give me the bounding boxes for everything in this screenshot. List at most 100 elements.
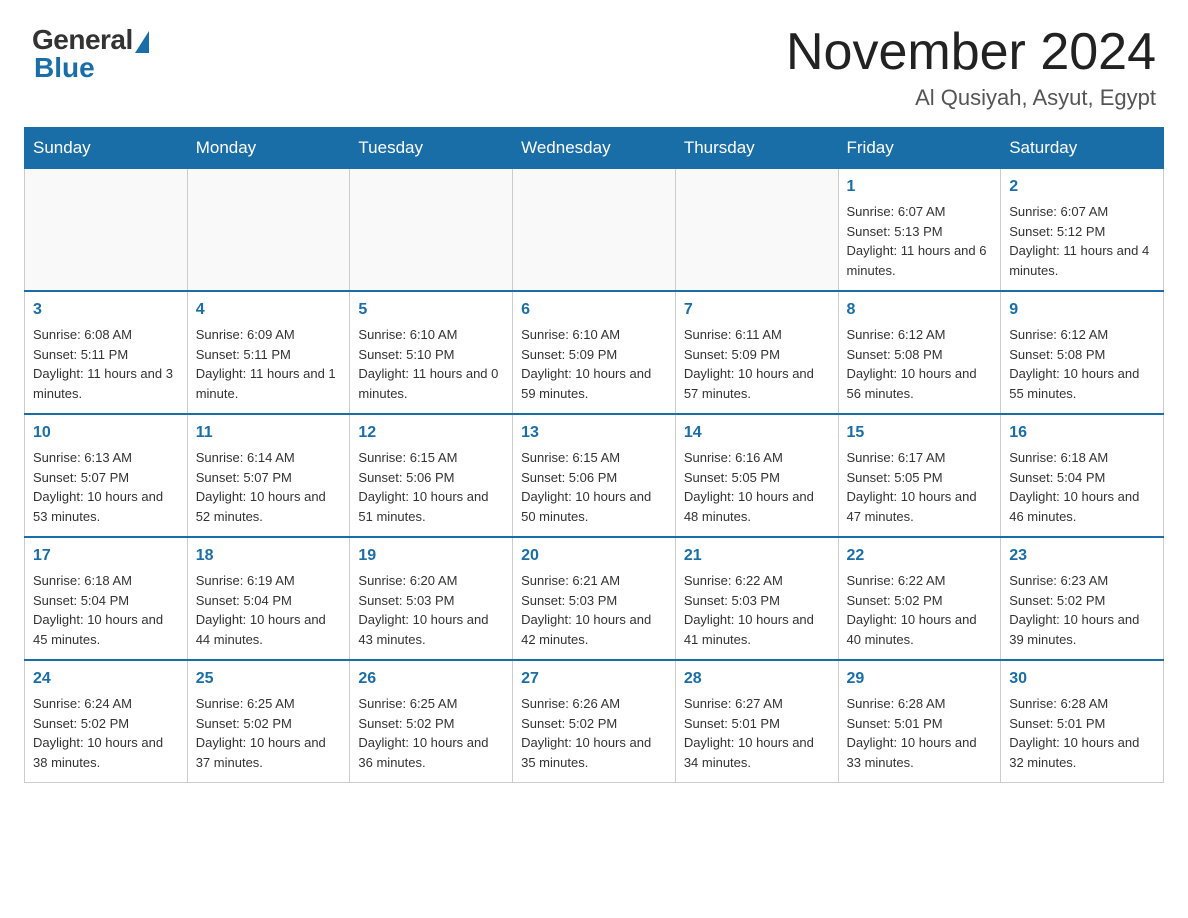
day-number: 21: [684, 544, 830, 568]
calendar-week-row: 10Sunrise: 6:13 AMSunset: 5:07 PMDayligh…: [25, 414, 1164, 537]
day-number: 16: [1009, 421, 1155, 445]
day-info: Sunset: 5:12 PM: [1009, 222, 1155, 242]
calendar-week-row: 17Sunrise: 6:18 AMSunset: 5:04 PMDayligh…: [25, 537, 1164, 660]
day-number: 18: [196, 544, 342, 568]
day-info: Sunrise: 6:25 AM: [196, 694, 342, 714]
calendar-table: SundayMondayTuesdayWednesdayThursdayFrid…: [24, 127, 1164, 783]
day-info: Daylight: 10 hours and 41 minutes.: [684, 610, 830, 649]
day-info: Daylight: 10 hours and 51 minutes.: [358, 487, 504, 526]
calendar-cell: 13Sunrise: 6:15 AMSunset: 5:06 PMDayligh…: [513, 414, 676, 537]
day-info: Sunset: 5:06 PM: [358, 468, 504, 488]
day-number: 19: [358, 544, 504, 568]
title-section: November 2024 Al Qusiyah, Asyut, Egypt: [786, 24, 1156, 111]
day-number: 2: [1009, 175, 1155, 199]
calendar-cell: 14Sunrise: 6:16 AMSunset: 5:05 PMDayligh…: [675, 414, 838, 537]
day-number: 6: [521, 298, 667, 322]
day-info: Sunrise: 6:15 AM: [521, 448, 667, 468]
calendar-cell: 28Sunrise: 6:27 AMSunset: 5:01 PMDayligh…: [675, 660, 838, 783]
day-info: Sunrise: 6:19 AM: [196, 571, 342, 591]
day-number: 3: [33, 298, 179, 322]
calendar-cell: [513, 169, 676, 292]
day-info: Sunrise: 6:17 AM: [847, 448, 993, 468]
calendar-cell: 18Sunrise: 6:19 AMSunset: 5:04 PMDayligh…: [187, 537, 350, 660]
day-header-friday: Friday: [838, 128, 1001, 169]
day-info: Sunrise: 6:15 AM: [358, 448, 504, 468]
day-info: Sunset: 5:01 PM: [1009, 714, 1155, 734]
day-info: Daylight: 10 hours and 48 minutes.: [684, 487, 830, 526]
day-info: Sunset: 5:03 PM: [684, 591, 830, 611]
calendar-cell: 1Sunrise: 6:07 AMSunset: 5:13 PMDaylight…: [838, 169, 1001, 292]
day-info: Daylight: 10 hours and 55 minutes.: [1009, 364, 1155, 403]
day-info: Daylight: 10 hours and 46 minutes.: [1009, 487, 1155, 526]
day-number: 23: [1009, 544, 1155, 568]
day-info: Sunset: 5:02 PM: [358, 714, 504, 734]
day-info: Daylight: 10 hours and 50 minutes.: [521, 487, 667, 526]
day-info: Daylight: 10 hours and 52 minutes.: [196, 487, 342, 526]
calendar-cell: 22Sunrise: 6:22 AMSunset: 5:02 PMDayligh…: [838, 537, 1001, 660]
day-info: Daylight: 10 hours and 38 minutes.: [33, 733, 179, 772]
day-header-wednesday: Wednesday: [513, 128, 676, 169]
day-number: 9: [1009, 298, 1155, 322]
day-info: Daylight: 10 hours and 47 minutes.: [847, 487, 993, 526]
calendar-cell: 7Sunrise: 6:11 AMSunset: 5:09 PMDaylight…: [675, 291, 838, 414]
calendar-cell: 3Sunrise: 6:08 AMSunset: 5:11 PMDaylight…: [25, 291, 188, 414]
day-info: Sunset: 5:04 PM: [33, 591, 179, 611]
day-info: Sunset: 5:01 PM: [847, 714, 993, 734]
day-info: Daylight: 11 hours and 3 minutes.: [33, 364, 179, 403]
day-info: Sunset: 5:05 PM: [847, 468, 993, 488]
day-number: 27: [521, 667, 667, 691]
day-header-monday: Monday: [187, 128, 350, 169]
day-info: Sunrise: 6:22 AM: [847, 571, 993, 591]
day-header-thursday: Thursday: [675, 128, 838, 169]
calendar-cell: 5Sunrise: 6:10 AMSunset: 5:10 PMDaylight…: [350, 291, 513, 414]
calendar-cell: 21Sunrise: 6:22 AMSunset: 5:03 PMDayligh…: [675, 537, 838, 660]
day-info: Sunset: 5:13 PM: [847, 222, 993, 242]
calendar-cell: 15 Sunrise: 6:17 AMSunset: 5:05 PMDayligh…: [838, 414, 1001, 537]
day-info: Daylight: 10 hours and 45 minutes.: [33, 610, 179, 649]
calendar-cell: [187, 169, 350, 292]
day-number: 29: [847, 667, 993, 691]
day-info: Daylight: 10 hours and 37 minutes.: [196, 733, 342, 772]
calendar-cell: 20Sunrise: 6:21 AMSunset: 5:03 PMDayligh…: [513, 537, 676, 660]
day-info: Daylight: 10 hours and 34 minutes.: [684, 733, 830, 772]
calendar-cell: 19Sunrise: 6:20 AMSunset: 5:03 PMDayligh…: [350, 537, 513, 660]
day-info: Sunrise: 6:23 AM: [1009, 571, 1155, 591]
day-info: Sunset: 5:08 PM: [847, 345, 993, 365]
day-number: 12: [358, 421, 504, 445]
day-info: Sunrise: 6:28 AM: [1009, 694, 1155, 714]
day-info: Sunset: 5:05 PM: [684, 468, 830, 488]
calendar-cell: 6Sunrise: 6:10 AMSunset: 5:09 PMDaylight…: [513, 291, 676, 414]
calendar-cell: 25Sunrise: 6:25 AMSunset: 5:02 PMDayligh…: [187, 660, 350, 783]
day-info: Sunset: 5:03 PM: [521, 591, 667, 611]
day-info: Sunset: 5:08 PM: [1009, 345, 1155, 365]
day-info: Sunset: 5:02 PM: [33, 714, 179, 734]
day-info: Sunrise: 6:24 AM: [33, 694, 179, 714]
calendar-cell: 27Sunrise: 6:26 AMSunset: 5:02 PMDayligh…: [513, 660, 676, 783]
day-info: Sunrise: 6:10 AM: [521, 325, 667, 345]
day-number: 20: [521, 544, 667, 568]
calendar-cell: 30Sunrise: 6:28 AMSunset: 5:01 PMDayligh…: [1001, 660, 1164, 783]
day-info: Daylight: 10 hours and 40 minutes.: [847, 610, 993, 649]
calendar-cell: 16Sunrise: 6:18 AMSunset: 5:04 PMDayligh…: [1001, 414, 1164, 537]
day-number: 13: [521, 421, 667, 445]
day-info: Daylight: 10 hours and 53 minutes.: [33, 487, 179, 526]
day-number: 15: [847, 421, 993, 445]
calendar-cell: 9 Sunrise: 6:12 AMSunset: 5:08 PMDaylight…: [1001, 291, 1164, 414]
calendar-cell: 17Sunrise: 6:18 AMSunset: 5:04 PMDayligh…: [25, 537, 188, 660]
day-info: Sunrise: 6:12 AM: [1009, 325, 1155, 345]
day-number: 8: [847, 298, 993, 322]
day-header-sunday: Sunday: [25, 128, 188, 169]
day-info: Sunrise: 6:27 AM: [684, 694, 830, 714]
calendar-week-row: 24Sunrise: 6:24 AMSunset: 5:02 PMDayligh…: [25, 660, 1164, 783]
day-info: Sunset: 5:07 PM: [196, 468, 342, 488]
day-number: 25: [196, 667, 342, 691]
day-info: Sunset: 5:10 PM: [358, 345, 504, 365]
calendar-week-row: 1Sunrise: 6:07 AMSunset: 5:13 PMDaylight…: [25, 169, 1164, 292]
day-info: Daylight: 10 hours and 33 minutes.: [847, 733, 993, 772]
day-info: Sunrise: 6:16 AM: [684, 448, 830, 468]
day-info: Daylight: 10 hours and 57 minutes.: [684, 364, 830, 403]
calendar-cell: [25, 169, 188, 292]
calendar-cell: 24 Sunrise: 6:24 AMSunset: 5:02 PMDayligh…: [25, 660, 188, 783]
calendar-cell: [350, 169, 513, 292]
day-number: 24: [33, 667, 179, 691]
